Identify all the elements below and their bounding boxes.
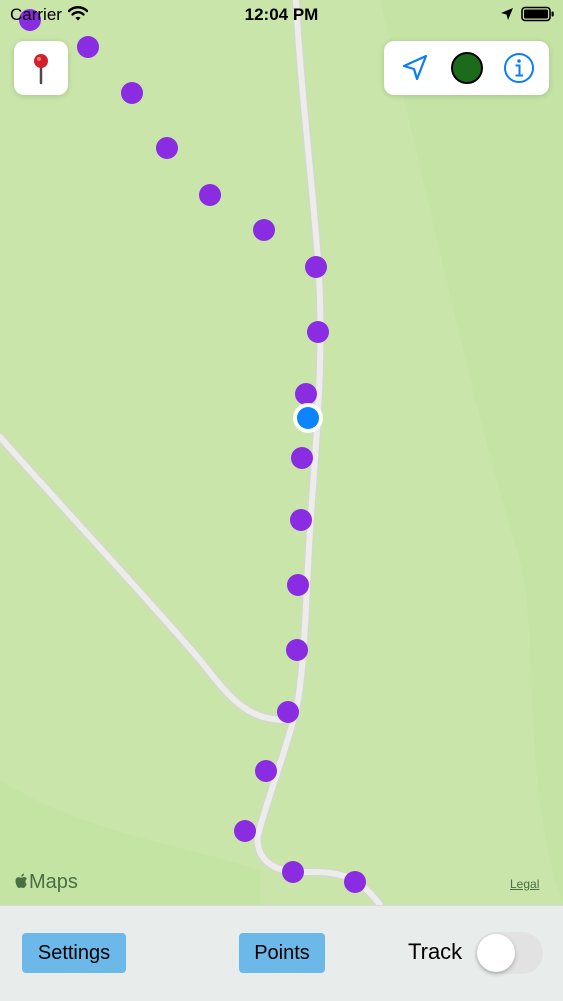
track-point xyxy=(287,574,309,596)
track-point xyxy=(255,760,277,782)
status-bar: Carrier 12:04 PM xyxy=(0,0,563,30)
track-toggle[interactable] xyxy=(475,932,543,974)
track-point xyxy=(253,219,275,241)
track-point xyxy=(290,509,312,531)
current-location-marker[interactable] xyxy=(293,403,323,433)
track-point xyxy=(295,383,317,405)
info-icon[interactable] xyxy=(494,41,544,95)
track-point xyxy=(344,871,366,893)
maps-label: Maps xyxy=(29,871,78,893)
status-dot-icon[interactable] xyxy=(442,41,492,95)
track-point xyxy=(234,820,256,842)
track-label: Track xyxy=(408,939,463,964)
pin-icon xyxy=(34,54,48,85)
apple-maps-attribution: Maps xyxy=(14,871,78,894)
points-button[interactable]: Points xyxy=(239,933,325,973)
track-point xyxy=(156,137,178,159)
track-point xyxy=(199,184,221,206)
track-point xyxy=(305,256,327,278)
status-time: 12:04 PM xyxy=(244,5,319,24)
track-point xyxy=(286,639,308,661)
bottom-toolbar: Settings Points Track xyxy=(0,905,563,1001)
legal-link[interactable]: Legal xyxy=(510,877,539,891)
toggle-knob xyxy=(477,934,515,972)
settings-button[interactable]: Settings xyxy=(22,933,126,973)
track-point xyxy=(121,82,143,104)
track-point xyxy=(291,447,313,469)
track-point xyxy=(277,701,299,723)
track-point xyxy=(307,321,329,343)
location-arrow-icon[interactable] xyxy=(389,41,439,95)
map-view[interactable] xyxy=(0,0,563,905)
map-controls-panel xyxy=(384,41,549,95)
location-services-icon xyxy=(501,8,513,20)
battery-icon xyxy=(521,6,554,22)
drop-pin-button[interactable] xyxy=(14,41,68,95)
track-point xyxy=(282,861,304,883)
apple-logo-icon xyxy=(15,873,27,888)
track-point xyxy=(77,36,99,58)
